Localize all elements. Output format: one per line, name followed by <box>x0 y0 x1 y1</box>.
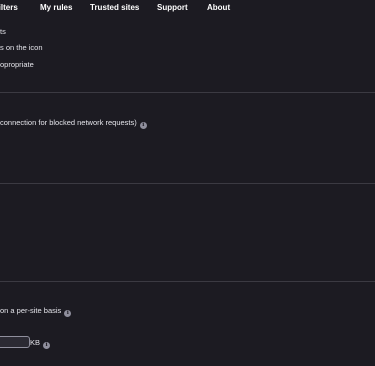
tab-trusted-sites[interactable]: Trusted sites <box>90 3 139 12</box>
tab-about[interactable]: About <box>207 3 230 12</box>
settings-page: filters My rules Trusted sites Support A… <box>0 0 375 366</box>
tab-my-rules[interactable]: My rules <box>40 3 72 12</box>
section-divider <box>0 281 375 282</box>
section-divider <box>0 183 375 184</box>
info-icon[interactable]: i <box>43 342 51 349</box>
setting-label-text: connection for blocked network requests) <box>0 118 137 127</box>
setting-label-text: on a per-site basis <box>0 306 62 315</box>
size-limit-input[interactable] <box>0 336 30 348</box>
setting-label[interactable]: on a per-site basis i <box>0 306 72 317</box>
unit-text: KB <box>30 338 41 347</box>
tab-bar: filters My rules Trusted sites Support A… <box>0 0 375 17</box>
setting-label[interactable]: s on the icon <box>0 43 43 52</box>
setting-label[interactable]: opropriate <box>0 60 34 69</box>
info-icon[interactable]: i <box>139 122 147 129</box>
info-icon[interactable]: i <box>64 310 72 317</box>
section-divider <box>0 92 375 93</box>
setting-label[interactable]: connection for blocked network requests)… <box>0 118 147 129</box>
setting-label[interactable]: ts <box>0 27 6 36</box>
tab-filters[interactable]: filters <box>0 3 18 12</box>
size-unit-label: KB i <box>30 338 51 349</box>
tab-support[interactable]: Support <box>157 3 188 12</box>
